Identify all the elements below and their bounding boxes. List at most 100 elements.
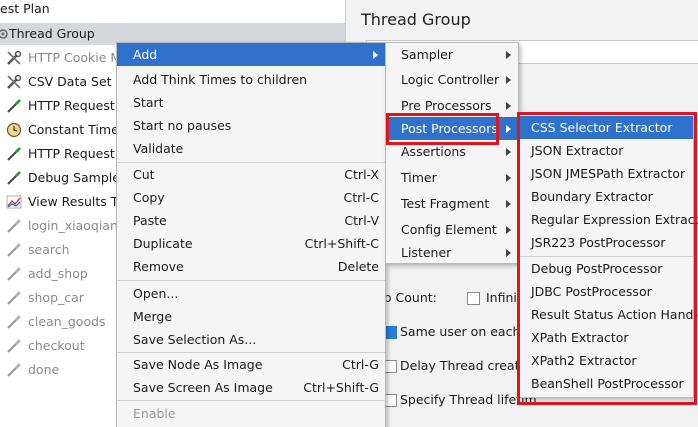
tree-item-label: add_shop [28,266,88,281]
tree-item-add-shop[interactable]: add_shop [0,263,116,285]
submenu-item-listener[interactable]: Listener [386,241,518,264]
submenu-item-assertions[interactable]: Assertions [386,140,518,163]
panel-title: Thread Group [361,10,471,29]
tree-item-test-plan[interactable]: est Plan [0,0,345,20]
menu-item-remove[interactable]: Remove Delete [117,255,385,278]
menu-item-label: Config Element [401,222,497,237]
chevron-right-icon [506,174,511,182]
submenu-item-pre-processors[interactable]: Pre Processors [386,94,518,117]
chevron-right-icon [506,200,511,208]
tree-item-label: HTTP Request [28,146,115,161]
menu-item-label: Test Fragment [401,196,490,211]
tree-item-constant-timer[interactable]: Constant Timer [0,119,124,141]
submenu-item-config-element[interactable]: Config Element [386,218,518,241]
post-item-json-jmespath-extractor[interactable]: JSON JMESPath Extractor [519,162,693,185]
tree-item-label: done [28,362,60,377]
menu-item-label: JSON Extractor [531,143,624,158]
menu-item-cut[interactable]: Cut Ctrl-X [117,163,385,186]
tree-item-label: Debug Sampler [28,170,126,185]
tree-item-label: View Results Tre [28,194,130,209]
menu-item-validate[interactable]: Validate [117,137,385,160]
menu-item-label: Merge [133,309,173,324]
menu-item-add[interactable]: Add [117,43,385,66]
shortcut-label: Ctrl-X [344,167,379,182]
context-menu: Add Add Think Times to children Start St… [116,42,386,427]
delay-thread-label: Delay Thread creatio [400,358,531,373]
tree-item-label: login_xiaoqiang [28,218,126,233]
tree-item-label: HTTP Request [28,98,115,113]
wrench-icon [6,74,22,90]
menu-item-label: Save Selection As... [133,332,257,347]
infinite-checkbox[interactable] [467,292,480,305]
menu-item-start-no-pauses[interactable]: Start no pauses [117,114,385,137]
menu-item-label: Open... [133,286,179,301]
menu-item-copy[interactable]: Copy Ctrl-C [117,186,385,209]
submenu-item-sampler[interactable]: Sampler [386,43,518,66]
menu-item-label: Regular Expression Extractor [531,212,698,227]
chevron-right-icon [506,76,511,84]
post-item-xpath-extractor[interactable]: XPath Extractor [519,326,693,349]
post-item-boundary-extractor[interactable]: Boundary Extractor [519,185,693,208]
post-item-debug-postprocessor[interactable]: Debug PostProcessor [519,257,693,280]
tree-item-search[interactable]: search [0,239,116,261]
chevron-right-icon [506,226,511,234]
pipette-icon [6,218,22,234]
tree-item-checkout[interactable]: checkout [0,335,116,357]
menu-item-save-selection[interactable]: Save Selection As... [117,328,385,351]
pipette-icon [6,170,22,186]
menu-item-save-node-image[interactable]: Save Node As Image Ctrl-G [117,353,385,376]
menu-item-open[interactable]: Open... [117,282,385,305]
tree-item-shop-car[interactable]: shop_car [0,287,116,309]
post-item-json-extractor[interactable]: JSON Extractor [519,139,693,162]
tree-item-csv-data-set[interactable]: CSV Data Set Co [0,71,132,93]
thread-lifetime-label: Specify Thread lifetim [400,392,537,407]
graph-icon [6,194,22,210]
menu-item-label: Save Node As Image [133,357,263,372]
menu-item-label: Validate [133,141,184,156]
post-item-jdbc-postprocessor[interactable]: JDBC PostProcessor [519,280,693,303]
menu-item-label: Copy [133,190,165,205]
chevron-right-icon [506,148,511,156]
tree-item-http-request[interactable]: HTTP Request [0,95,116,117]
submenu-item-test-fragment[interactable]: Test Fragment [386,192,518,215]
menu-item-start[interactable]: Start [117,91,385,114]
menu-item-label: Debug PostProcessor [531,261,663,276]
submenu-item-timer[interactable]: Timer [386,166,518,189]
menu-item-label: Remove [133,259,184,274]
submenu-item-post-processors[interactable]: Post Processors [386,117,518,140]
menu-item-label: Paste [133,213,167,228]
tree-item-http-request-2[interactable]: HTTP Request [0,143,116,165]
tree-item-label: search [28,242,70,257]
menu-item-label: Start [133,95,164,110]
tree-item-clean-goods[interactable]: clean_goods [0,311,116,333]
menu-item-paste[interactable]: Paste Ctrl-V [117,209,385,232]
tree-item-label: Constant Timer [28,122,124,137]
menu-item-duplicate[interactable]: Duplicate Ctrl+Shift-C [117,232,385,255]
menu-item-merge[interactable]: Merge [117,305,385,328]
post-item-css-selector-extractor[interactable]: CSS Selector Extractor [519,116,693,139]
menu-item-enable[interactable]: Enable [117,402,385,425]
chevron-right-icon [506,249,511,257]
tree-item-label: clean_goods [28,314,106,329]
post-item-regex-extractor[interactable]: Regular Expression Extractor [519,208,698,231]
tree-item-debug-sampler[interactable]: Debug Sampler [0,167,125,189]
menu-item-label: Timer [401,170,437,185]
menu-item-label: Add Think Times to children [133,72,308,87]
tree-item-login-xiaoqiang[interactable]: login_xiaoqiang [0,215,126,237]
menu-item-save-screen-image[interactable]: Save Screen As Image Ctrl+Shift-G [117,376,385,399]
post-item-jsr223-postprocessor[interactable]: JSR223 PostProcessor [519,231,693,254]
chevron-right-icon [506,51,511,59]
submenu-item-logic-controller[interactable]: Logic Controller [386,68,518,91]
pipette-icon [6,98,22,114]
post-item-beanshell-postprocessor[interactable]: BeanShell PostProcessor [519,372,693,395]
post-item-result-status-action-handler[interactable]: Result Status Action Handler [519,303,698,326]
pipette-icon [6,146,22,162]
tree-item-view-results-tree[interactable]: View Results Tre [0,191,129,213]
tree-item-done[interactable]: done [0,359,116,381]
pipette-icon [6,290,22,306]
post-item-xpath2-extractor[interactable]: XPath2 Extractor [519,349,693,372]
menu-item-add-think-times[interactable]: Add Think Times to children [117,68,385,91]
tree-item-http-cookie-manager[interactable]: HTTP Cookie Ma [0,47,129,69]
menu-item-label: Assertions [401,144,466,159]
wrench-icon [6,50,22,66]
